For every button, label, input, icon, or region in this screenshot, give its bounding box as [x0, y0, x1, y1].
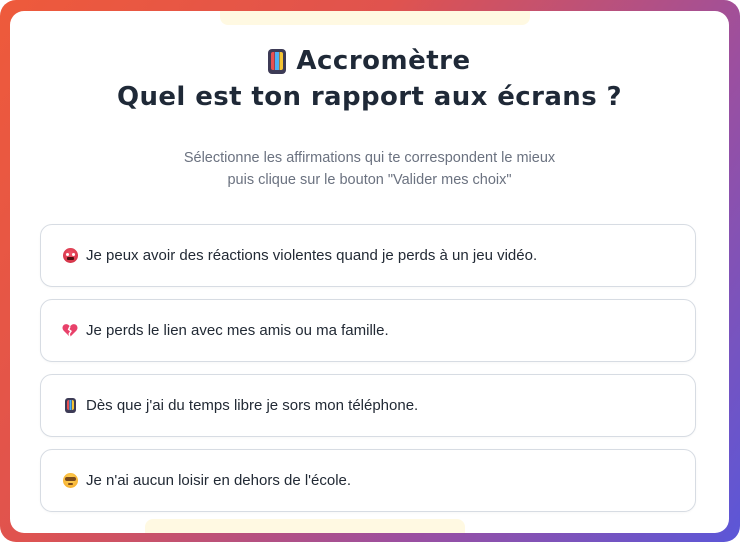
broken-heart-icon — [61, 322, 79, 340]
top-glow-decoration — [220, 11, 530, 25]
option-no-hobby[interactable]: Je n'ai aucun loisir en dehors de l'écol… — [40, 449, 696, 512]
option-label: Dès que j'ai du temps libre je sors mon … — [86, 397, 419, 414]
gradient-frame: Accromètre Quel est ton rapport aux écra… — [0, 0, 740, 542]
option-phone-free-time[interactable]: Dès que j'ai du temps libre je sors mon … — [40, 374, 696, 437]
quiz-question: Quel est ton rapport aux écrans ? — [116, 82, 623, 112]
instructions-line-2: puis clique sur le bouton "Valider mes c… — [227, 172, 512, 188]
bottom-glow-decoration — [145, 519, 465, 533]
face-with-glasses-icon — [61, 472, 79, 490]
quiz-card: Accromètre Quel est ton rapport aux écra… — [10, 11, 729, 533]
options-list: Je peux avoir des réactions violentes qu… — [40, 224, 696, 524]
quiz-header: Accromètre Quel est ton rapport aux écra… — [10, 44, 729, 112]
instructions: Sélectionne les affirmations qui te corr… — [10, 147, 729, 191]
angry-face-icon — [61, 247, 79, 265]
option-violent-reactions[interactable]: Je peux avoir des réactions violentes qu… — [40, 224, 696, 287]
mobile-phone-icon — [268, 48, 287, 74]
page-title: Accromètre — [296, 46, 471, 76]
option-label: Je n'ai aucun loisir en dehors de l'écol… — [86, 472, 352, 489]
mobile-phone-icon — [61, 397, 79, 415]
option-label: Je perds le lien avec mes amis ou ma fam… — [86, 322, 389, 339]
instructions-line-1: Sélectionne les affirmations qui te corr… — [183, 150, 556, 166]
title-line: Accromètre — [10, 44, 729, 78]
option-lost-connection[interactable]: Je perds le lien avec mes amis ou ma fam… — [40, 299, 696, 362]
option-label: Je peux avoir des réactions violentes qu… — [86, 247, 538, 264]
